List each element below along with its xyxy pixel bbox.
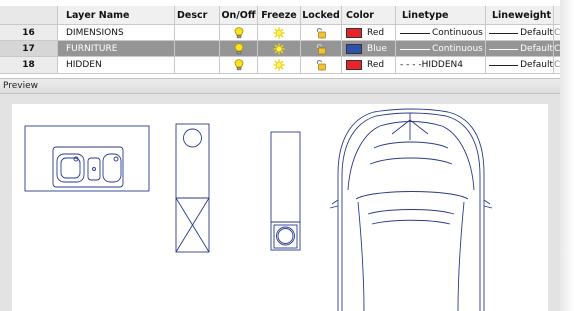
preview-canvas xyxy=(12,104,548,311)
color-cell[interactable]: Blue xyxy=(342,41,396,57)
header-num xyxy=(0,6,58,24)
sink-block xyxy=(24,125,150,192)
lineweight-sample xyxy=(489,32,519,34)
lightbulb-on-icon xyxy=(234,59,243,71)
color-name: Red xyxy=(367,60,385,70)
preview-panel xyxy=(0,94,560,311)
layer-description[interactable] xyxy=(175,41,220,57)
linetype-name: Continuous xyxy=(432,28,483,38)
header-locked[interactable]: Locked xyxy=(301,6,342,24)
header-description[interactable]: Descr xyxy=(175,6,220,24)
padlock-icon xyxy=(316,27,326,39)
freeze-toggle[interactable] xyxy=(258,41,301,57)
row-number: 16 xyxy=(0,25,58,41)
lineweight-cell[interactable]: Default xyxy=(486,25,554,41)
linetype-cell[interactable]: Continuous xyxy=(396,25,486,41)
lock-toggle[interactable] xyxy=(301,41,342,57)
header-color[interactable]: Color xyxy=(342,6,396,24)
color-swatch xyxy=(346,28,362,38)
header-on-off[interactable]: On/Off xyxy=(220,6,258,24)
freeze-toggle[interactable] xyxy=(258,57,301,73)
layer-name[interactable]: DIMENSIONS xyxy=(58,25,175,41)
appliance-block xyxy=(270,131,301,251)
lineweight-name: Default xyxy=(520,44,553,54)
linetype-name: Continuous xyxy=(432,44,483,54)
layer-manager-window: Layer Name Descr On/Off Freeze Locked Co… xyxy=(0,0,574,311)
row-number: 17 xyxy=(0,41,58,57)
lock-toggle[interactable] xyxy=(301,57,342,73)
lineweight-cell[interactable]: Default xyxy=(486,41,554,57)
car-block xyxy=(329,108,493,311)
layer-name[interactable]: HIDDEN xyxy=(58,57,175,73)
lineweight-sample xyxy=(489,64,519,66)
header-freeze[interactable]: Freeze xyxy=(258,6,301,24)
on-off-toggle[interactable] xyxy=(220,57,258,73)
cabinet-block xyxy=(175,123,210,253)
table-row-selected[interactable]: 17 FURNITURE Blue Continuous Default C xyxy=(0,41,560,57)
on-off-toggle[interactable] xyxy=(220,41,258,57)
table-row[interactable]: 16 DIMENSIONS Red Continuous Default C xyxy=(0,25,560,41)
layer-description[interactable] xyxy=(175,25,220,41)
preview-header: Preview xyxy=(0,78,560,94)
lock-toggle[interactable] xyxy=(301,25,342,41)
linetype-sample xyxy=(400,48,430,50)
sun-thawed-icon xyxy=(273,27,285,39)
lineweight-sample xyxy=(489,48,519,50)
layer-name[interactable]: FURNITURE xyxy=(58,41,175,57)
drawing-preview xyxy=(24,108,493,311)
linetype-cell[interactable]: Continuous xyxy=(396,41,486,57)
color-cell[interactable]: Red xyxy=(342,25,396,41)
color-swatch xyxy=(346,44,362,54)
linetype-name: - - - -HIDDEN4 xyxy=(400,60,463,70)
grid-header-row: Layer Name Descr On/Off Freeze Locked Co… xyxy=(0,6,560,24)
layer-grid: Layer Name Descr On/Off Freeze Locked Co… xyxy=(0,6,560,74)
lineweight-cell[interactable]: Default xyxy=(486,57,554,73)
color-name: Blue xyxy=(367,44,387,54)
row-number: 18 xyxy=(0,57,58,73)
preview-label: Preview xyxy=(3,81,39,91)
header-layer-name[interactable]: Layer Name xyxy=(58,6,175,24)
window-edge-shadow xyxy=(560,0,574,311)
lineweight-name: Default xyxy=(520,28,553,38)
header-lineweight[interactable]: Lineweight xyxy=(486,6,554,24)
freeze-toggle[interactable] xyxy=(258,25,301,41)
lineweight-name: Default xyxy=(520,60,553,70)
table-row[interactable]: 18 HIDDEN Red - - - -HIDDEN4 Default C xyxy=(0,57,560,73)
linetype-cell[interactable]: - - - -HIDDEN4 xyxy=(396,57,486,73)
color-cell[interactable]: Red xyxy=(342,57,396,73)
header-linetype[interactable]: Linetype xyxy=(396,6,486,24)
padlock-icon xyxy=(316,43,326,55)
on-off-toggle[interactable] xyxy=(220,25,258,41)
layer-description[interactable] xyxy=(175,57,220,73)
lightbulb-on-icon xyxy=(234,27,243,39)
lightbulb-on-icon xyxy=(234,43,243,55)
color-swatch xyxy=(346,60,362,70)
linetype-sample xyxy=(400,32,430,34)
sun-thawed-icon xyxy=(273,43,285,55)
padlock-icon xyxy=(316,59,326,71)
sun-thawed-icon xyxy=(273,59,285,71)
color-name: Red xyxy=(367,28,385,38)
